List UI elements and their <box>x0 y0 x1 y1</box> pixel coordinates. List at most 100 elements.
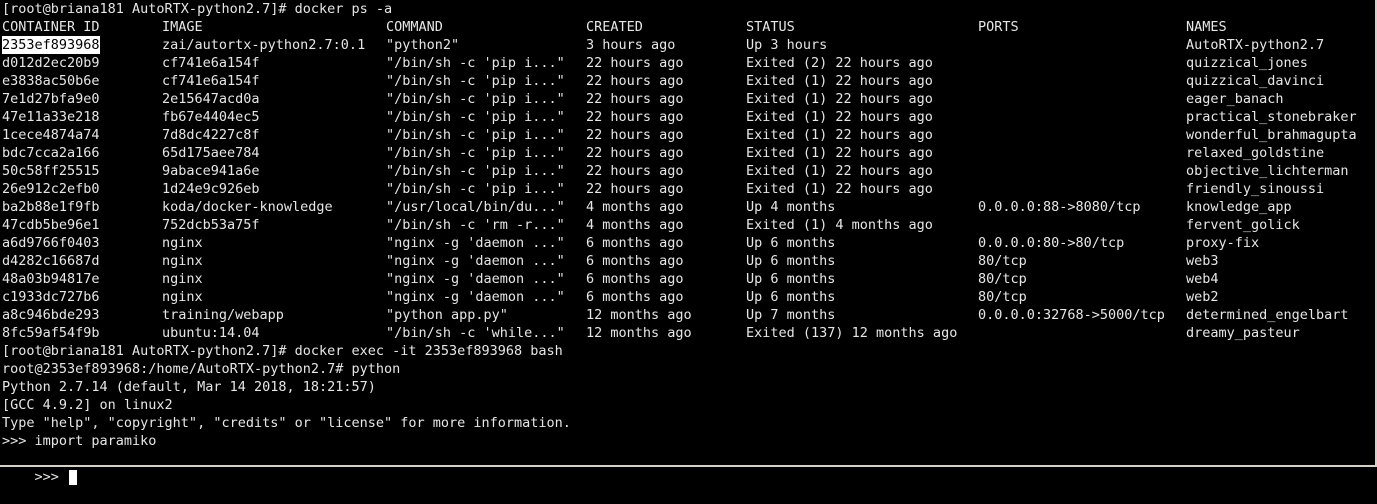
created-cell: 22 hours ago <box>586 181 684 197</box>
table-header: CONTAINER ID IMAGE COMMAND CREATED STATU… <box>0 18 1375 36</box>
table-row: 26e912c2efb0 1d24e9c926eb "/bin/sh -c 'pip… <box>0 180 1375 198</box>
table-row: 1cece4874a74 7d8dc4227c8f "/bin/sh -c 'pip… <box>0 126 1375 144</box>
command-cell: "nginx -g 'daemon ..." <box>386 253 565 269</box>
command-cell: "/bin/sh -c 'pip i..." <box>386 55 565 71</box>
table-row: a8c946bde293 training/webapp "python app.p… <box>0 306 1375 324</box>
status-cell: Up 3 hours <box>746 37 828 53</box>
container-id-cell: d012d2ec20b9 <box>2 55 100 71</box>
output-line: Python 2.7.14 (default, Mar 14 2018, 18:… <box>2 379 376 395</box>
names-cell: wonderful_brahmagupta <box>1186 127 1357 143</box>
image-cell: 1d24e9c926eb <box>162 181 260 197</box>
image-cell: 752dcb53a75f <box>162 217 260 233</box>
names-cell: knowledge_app <box>1186 199 1292 215</box>
table-row: 2353ef893968 zai/autortx-python2.7:0.1 "py… <box>0 36 1375 54</box>
ports-cell: 80/tcp <box>978 271 1027 287</box>
created-cell: 4 months ago <box>586 199 684 215</box>
ports-cell: 80/tcp <box>978 253 1027 269</box>
ports-cell: 0.0.0.0:88->8080/tcp <box>978 199 1141 215</box>
names-cell: friendly_sinoussi <box>1186 181 1325 197</box>
created-cell: 6 months ago <box>586 253 684 269</box>
names-cell: quizzical_jones <box>1186 55 1308 71</box>
prompt-line: [root@briana181 AutoRTX-python2.7]# dock… <box>2 1 393 17</box>
names-cell: web2 <box>1186 289 1219 305</box>
names-cell: AutoRTX-python2.7 <box>1186 37 1325 53</box>
text-cursor <box>69 469 78 485</box>
names-cell: practical_stonebraker <box>1186 109 1357 125</box>
container-id-cell: a8c946bde293 <box>2 307 100 323</box>
command-cell: "/bin/sh -c 'pip i..." <box>386 127 565 143</box>
table-row: 50c58ff25515 9abace941a6e "/bin/sh -c 'pip… <box>0 162 1375 180</box>
ports-cell: 80/tcp <box>978 289 1027 305</box>
names-cell: proxy-fix <box>1186 235 1260 251</box>
status-cell: Up 6 months <box>746 253 836 269</box>
created-cell: 6 months ago <box>586 289 684 305</box>
terminal-output: [root@briana181 AutoRTX-python2.7]# dock… <box>0 342 1375 450</box>
status-cell: Up 6 months <box>746 271 836 287</box>
container-id-cell: 7e1d27bfa9e0 <box>2 91 100 107</box>
current-prompt-line[interactable]: >>> <box>0 450 1375 485</box>
created-cell: 3 hours ago <box>586 37 676 53</box>
header-status: STATUS <box>746 19 795 35</box>
table-row: e3838ac50b6e cf741e6a154f "/bin/sh -c 'pip… <box>0 72 1375 90</box>
image-cell: training/webapp <box>162 307 284 323</box>
output-line: [root@briana181 AutoRTX-python2.7]# dock… <box>2 343 563 359</box>
ports-cell: 0.0.0.0:80->80/tcp <box>978 235 1125 251</box>
command-cell: "/bin/sh -c 'pip i..." <box>386 73 565 89</box>
status-cell: Exited (1) 22 hours ago <box>746 91 933 107</box>
command-cell: "/bin/sh -c 'while..." <box>386 325 565 341</box>
command-cell: "/bin/sh -c 'pip i..." <box>386 181 565 197</box>
status-cell: Up 6 months <box>746 289 836 305</box>
container-id-cell: 8fc59af54f9b <box>2 325 100 341</box>
names-cell: dreamy_pasteur <box>1186 325 1300 341</box>
command-cell: "nginx -g 'daemon ..." <box>386 289 565 305</box>
created-cell: 22 hours ago <box>586 109 684 125</box>
table-row: c1933dc727b6 nginx "nginx -g 'daemon ..." 6… <box>0 288 1375 306</box>
table-row: ba2b88e1f9fb koda/docker-knowledge "/usr/l… <box>0 198 1375 216</box>
names-cell: fervent_golick <box>1186 217 1300 233</box>
status-cell: Exited (1) 22 hours ago <box>746 73 933 89</box>
created-cell: 22 hours ago <box>586 55 684 71</box>
container-id-cell: 47cdb5be96e1 <box>2 217 100 233</box>
table-row: 47cdb5be96e1 752dcb53a75f "/bin/sh -c 'rm … <box>0 216 1375 234</box>
output-line: Type "help", "copyright", "credits" or "… <box>2 415 571 431</box>
header-command: COMMAND <box>386 19 443 35</box>
image-cell: zai/autortx-python2.7:0.1 <box>162 37 366 53</box>
container-id-cell: 1cece4874a74 <box>2 127 100 143</box>
table-row: 7e1d27bfa9e0 2e15647acd0a "/bin/sh -c 'pip… <box>0 90 1375 108</box>
container-id-cell: c1933dc727b6 <box>2 289 100 305</box>
command-cell: "nginx -g 'daemon ..." <box>386 271 565 287</box>
image-cell: 7d8dc4227c8f <box>162 127 260 143</box>
command-cell: "python2" <box>386 37 460 53</box>
image-cell: cf741e6a154f <box>162 73 260 89</box>
status-cell: Exited (1) 22 hours ago <box>746 109 933 125</box>
names-cell: eager_banach <box>1186 91 1284 107</box>
header-image: IMAGE <box>162 19 203 35</box>
created-cell: 22 hours ago <box>586 163 684 179</box>
image-cell: 2e15647acd0a <box>162 91 260 107</box>
table-row: d4282c16687d nginx "nginx -g 'daemon ..." 6… <box>0 252 1375 270</box>
status-cell: Exited (1) 22 hours ago <box>746 145 933 161</box>
command-cell: "nginx -g 'daemon ..." <box>386 235 565 251</box>
header-container-id: CONTAINER ID <box>2 19 100 35</box>
output-line: root@2353ef893968:/home/AutoRTX-python2.… <box>2 361 401 377</box>
command-cell: "python app.py" <box>386 307 508 323</box>
image-cell: cf741e6a154f <box>162 55 260 71</box>
image-cell: koda/docker-knowledge <box>162 199 333 215</box>
names-cell: web4 <box>1186 271 1219 287</box>
command-cell: "/bin/sh -c 'pip i..." <box>386 163 565 179</box>
table-row: 48a03b94817e nginx "nginx -g 'daemon ..." 6… <box>0 270 1375 288</box>
table-row: a6d9766f0403 nginx "nginx -g 'daemon ..." 6… <box>0 234 1375 252</box>
output-line: >>> import paramiko <box>2 433 157 449</box>
status-cell: Exited (1) 22 hours ago <box>746 127 933 143</box>
created-cell: 22 hours ago <box>586 73 684 89</box>
header-names: NAMES <box>1186 19 1227 35</box>
created-cell: 12 months ago <box>586 325 692 341</box>
status-cell: Up 7 months <box>746 307 836 323</box>
table-row: 47e11a33e218 fb67e4404ec5 "/bin/sh -c 'pip… <box>0 108 1375 126</box>
created-cell: 4 months ago <box>586 217 684 233</box>
output-line: [GCC 4.9.2] on linux2 <box>2 397 173 413</box>
status-cell: Exited (137) 12 months ago <box>746 325 958 341</box>
terminal-window[interactable]: [root@briana181 AutoRTX-python2.7]# dock… <box>0 0 1377 485</box>
command-cell: "/usr/local/bin/du..." <box>386 199 565 215</box>
status-cell: Exited (2) 22 hours ago <box>746 55 933 71</box>
